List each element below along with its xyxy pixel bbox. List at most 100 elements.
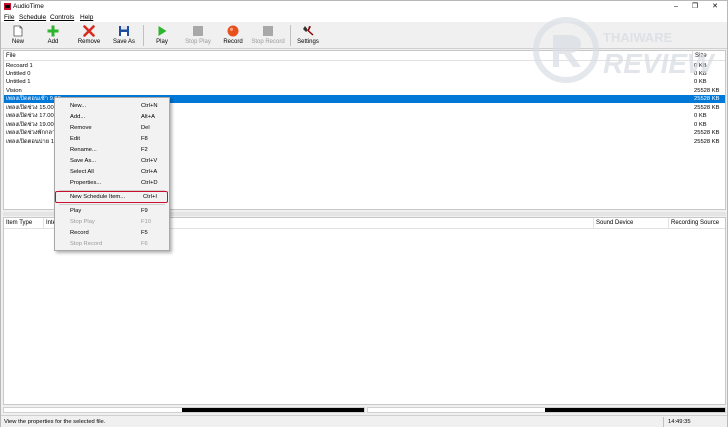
minimize-icon[interactable]: –	[666, 1, 686, 13]
file-size: 25528 KB	[694, 139, 720, 145]
record-progress-fill	[545, 408, 725, 412]
ctx-label: Play	[70, 208, 82, 214]
ctx-item-select-all[interactable]: Select All Ctrl+A	[55, 167, 169, 177]
record-label: Record	[223, 39, 243, 45]
status-message: View the properties for the selected fil…	[4, 419, 106, 425]
close-icon[interactable]: ✕	[705, 1, 725, 13]
table-row[interactable]: Vision 25528 KB	[4, 87, 725, 95]
ctx-item-new-schedule-item[interactable]: New Schedule Item... Ctrl+I	[55, 191, 168, 203]
ctx-shortcut: Ctrl+V	[141, 158, 158, 164]
ctx-label: Properties...	[70, 180, 102, 186]
ctx-label: Remove	[70, 125, 92, 131]
watermark-brand-top: THAIWARE	[603, 30, 673, 45]
file-name: Recoard 1	[6, 63, 33, 69]
ctx-label: Stop Play	[70, 219, 95, 225]
ctx-shortcut: F2	[141, 147, 148, 153]
menu-file[interactable]: File	[4, 14, 14, 21]
remove-label: Remove	[77, 39, 101, 45]
status-clock: 14:49:35	[668, 419, 691, 425]
ctx-shortcut: Alt+A	[141, 114, 156, 120]
stop-icon	[263, 26, 273, 36]
file-name: เพลงเปิดช่วง 15.00	[6, 105, 54, 111]
save-as-label: Save As	[112, 39, 135, 45]
ctx-item-add[interactable]: Add... Alt+A	[55, 112, 169, 122]
new-label: New	[11, 39, 24, 45]
file-name: Untitled 1	[6, 79, 31, 85]
ctx-shortcut: Ctrl+A	[141, 169, 158, 175]
column-header-recording-source[interactable]: Recording Source	[669, 218, 725, 229]
stop-record-button[interactable]: Stop Record	[249, 23, 287, 48]
menu-schedule[interactable]: Schedule	[19, 14, 46, 21]
playback-progress-fill	[182, 408, 364, 412]
add-label: Add	[47, 39, 59, 45]
file-name: เพลงเปิดช่วงพักกลางวัน	[6, 130, 56, 136]
ctx-item-edit[interactable]: Edit F8	[55, 134, 169, 144]
play-label: Play	[156, 39, 168, 45]
file-name: เพลงเปิดช่วง 19.00	[6, 122, 54, 128]
column-header-item-type[interactable]: Item Type	[4, 218, 44, 229]
file-size: 0 KB	[694, 122, 707, 128]
app-window: AudioTime – ❐ ✕ File Schedule Controls H…	[0, 0, 728, 427]
ctx-shortcut: Ctrl+I	[143, 194, 158, 200]
menu-controls[interactable]: Controls	[50, 14, 74, 21]
file-name: Untitled 0	[6, 71, 31, 77]
plus-icon	[47, 25, 59, 37]
ctx-separator	[59, 204, 165, 205]
record-icon	[227, 25, 239, 37]
ctx-item-remove[interactable]: Remove Del	[55, 123, 169, 133]
record-button[interactable]: Record	[218, 23, 248, 48]
toolbar-separator	[290, 25, 291, 46]
settings-label: Settings	[297, 39, 319, 45]
record-progress-bar[interactable]	[367, 407, 726, 413]
ctx-item-new[interactable]: New... Ctrl+N	[55, 101, 169, 111]
stop-play-button[interactable]: Stop Play	[181, 23, 215, 48]
file-size: 25528 KB	[694, 130, 720, 136]
ctx-label: New...	[70, 103, 87, 109]
ctx-shortcut: F8	[141, 136, 148, 142]
ctx-label: Record	[70, 230, 89, 236]
ctx-item-stop-play[interactable]: Stop Play F10	[55, 217, 169, 227]
title-bar[interactable]: AudioTime – ❐ ✕	[1, 1, 727, 13]
ctx-label: Save As...	[70, 158, 97, 164]
new-doc-icon	[13, 25, 23, 37]
context-menu: New... Ctrl+N Add... Alt+A Remove Del Ed…	[54, 97, 170, 251]
play-icon	[158, 26, 167, 36]
stop-icon	[193, 26, 203, 36]
play-button[interactable]: Play	[148, 23, 176, 48]
playback-progress-bar[interactable]	[3, 407, 365, 413]
file-size: 0 KB	[694, 113, 707, 119]
ctx-label: Select All	[70, 169, 94, 175]
ctx-label: New Schedule Item...	[70, 194, 126, 200]
remove-button[interactable]: Remove	[73, 23, 105, 48]
status-divider	[663, 417, 664, 427]
ctx-item-play[interactable]: Play F9	[55, 206, 169, 216]
ctx-shortcut: Del	[141, 125, 150, 131]
stop-play-label: Stop Play	[185, 39, 211, 45]
ctx-shortcut: Ctrl+N	[141, 103, 158, 109]
save-as-button[interactable]: Save As	[109, 23, 139, 48]
settings-button[interactable]: Settings	[294, 23, 322, 48]
floppy-icon	[119, 26, 129, 36]
maximize-icon[interactable]: ❐	[685, 1, 705, 13]
add-button[interactable]: Add	[39, 23, 67, 48]
watermark-brand-bottom: REVIEW	[603, 48, 716, 79]
ctx-shortcut: F6	[141, 241, 148, 247]
ctx-label: Rename...	[70, 147, 97, 153]
ctx-shortcut: F5	[141, 230, 148, 236]
file-name: Vision	[6, 88, 22, 94]
ctx-item-stop-record[interactable]: Stop Record F6	[55, 239, 169, 249]
ctx-item-save-as[interactable]: Save As... Ctrl+V	[55, 156, 169, 166]
menu-help[interactable]: Help	[80, 14, 93, 21]
ctx-item-record[interactable]: Record F5	[55, 228, 169, 238]
toolbar-separator	[143, 25, 144, 46]
status-bar: View the properties for the selected fil…	[1, 415, 727, 427]
ctx-separator	[59, 190, 165, 191]
stop-record-label: Stop Record	[251, 39, 285, 45]
ctx-shortcut: F9	[141, 208, 148, 214]
file-size: 25528 KB	[694, 88, 720, 94]
column-header-sound-device[interactable]: Sound Device	[594, 218, 669, 229]
ctx-item-rename[interactable]: Rename... F2	[55, 145, 169, 155]
new-button[interactable]: New	[4, 23, 32, 48]
ctx-label: Edit	[70, 136, 80, 142]
ctx-item-properties[interactable]: Properties... Ctrl+D	[55, 178, 169, 188]
